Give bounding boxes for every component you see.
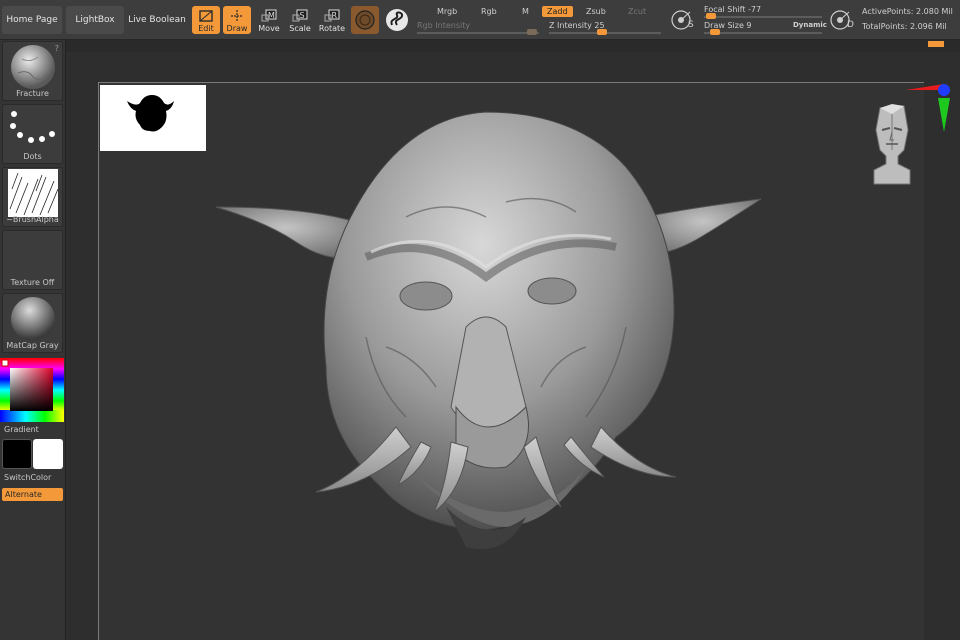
mrgb-toggle[interactable]: Mrgb [437, 7, 457, 16]
z-intensity-label: Z Intensity 25 [549, 21, 605, 30]
rotate-icon: R [324, 9, 340, 22]
rgb-intensity-label: Rgb Intensity [417, 21, 471, 30]
fracture-brush-icon [11, 45, 55, 89]
scale-button[interactable]: S Scale [286, 6, 314, 34]
left-shelf: ? Fracture Dots ~BrushAlpha Texture Off [0, 40, 66, 640]
edit-label: Edit [198, 24, 214, 33]
stroke-name: Dots [23, 152, 42, 161]
stroke-selector[interactable]: Dots [2, 104, 63, 164]
alpha-name: ~BrushAlpha [6, 215, 59, 224]
zadd-toggle[interactable]: Zadd [542, 6, 573, 17]
stroke-icon [386, 9, 408, 31]
home-page-button[interactable]: Home Page [2, 6, 62, 34]
scale-label: Scale [289, 24, 311, 33]
scale-icon: S [292, 9, 308, 22]
help-icon[interactable]: ? [55, 44, 59, 53]
svg-text:M: M [268, 11, 275, 20]
silhouette-thumbnail [100, 85, 206, 151]
top-toolbar: Home Page LightBox Live Boolean Edit Dra… [0, 0, 960, 40]
material-button[interactable] [351, 6, 379, 34]
rotate-button[interactable]: R Rotate [318, 6, 346, 34]
texture-name: Texture Off [10, 278, 55, 287]
sculpted-creature-model[interactable] [206, 107, 766, 557]
primary-color-swatch[interactable] [2, 439, 32, 469]
edit-button[interactable]: Edit [192, 6, 220, 34]
matcap-sphere-icon [11, 297, 55, 341]
lightbox-button[interactable]: LightBox [66, 6, 124, 34]
draw-button[interactable]: Draw [223, 6, 251, 34]
draw-size-knob[interactable] [710, 29, 720, 35]
active-points-readout: ActivePoints: 2.080 Mil [862, 7, 953, 16]
rgb-intensity-knob[interactable] [527, 29, 537, 35]
edit-icon [199, 10, 213, 22]
alpha-selector[interactable]: ~BrushAlpha [2, 167, 63, 227]
m-toggle[interactable]: M [522, 7, 529, 16]
svg-text:S: S [300, 11, 305, 20]
head-navigator-icon[interactable] [870, 100, 914, 186]
silhouette-icon [127, 95, 174, 132]
color-picker[interactable] [0, 358, 64, 422]
draw-icon [231, 10, 243, 22]
sub-palette-indicator[interactable] [928, 41, 944, 47]
alternate-button[interactable]: Alternate [2, 488, 63, 501]
s-hotkey: S [688, 20, 694, 30]
d-hotkey: D [847, 20, 854, 30]
rgb-intensity-slider[interactable] [417, 29, 539, 35]
texture-selector[interactable]: Texture Off [2, 230, 63, 290]
total-points-readout: TotalPoints: 2.096 Mil [862, 22, 947, 31]
draw-size-slider[interactable] [704, 29, 822, 35]
material-selector[interactable]: MatCap Gray [2, 293, 63, 353]
brush-alpha-icon [8, 169, 58, 217]
move-button[interactable]: M Move [255, 6, 283, 34]
document-canvas[interactable] [66, 52, 960, 640]
draw-label: Draw [226, 24, 248, 33]
dots-stroke-icon [10, 111, 55, 143]
focal-shift-knob[interactable] [706, 13, 716, 19]
secondary-color-swatch[interactable] [33, 439, 63, 469]
focal-shift-slider[interactable] [704, 13, 822, 19]
brush-selector[interactable]: ? Fracture [2, 41, 63, 101]
dynamic-toggle[interactable]: Dynamic [793, 21, 827, 29]
move-label: Move [258, 24, 280, 33]
switch-color-button[interactable]: SwitchColor [4, 473, 51, 482]
z-intensity-knob[interactable] [597, 29, 607, 35]
material-name: MatCap Gray [6, 341, 59, 350]
zsub-toggle[interactable]: Zsub [586, 7, 606, 16]
live-boolean-button[interactable]: Live Boolean [128, 6, 186, 34]
zcut-toggle[interactable]: Zcut [628, 7, 646, 16]
brush-name: Fracture [16, 89, 49, 98]
svg-text:R: R [332, 11, 338, 20]
z-intensity-slider[interactable] [549, 29, 661, 35]
material-sphere-icon [355, 10, 375, 30]
rgb-toggle[interactable]: Rgb [481, 7, 497, 16]
rotate-label: Rotate [318, 24, 346, 33]
move-icon: M [261, 9, 277, 22]
gradient-label[interactable]: Gradient [4, 425, 39, 434]
stroke-button[interactable] [383, 6, 411, 34]
